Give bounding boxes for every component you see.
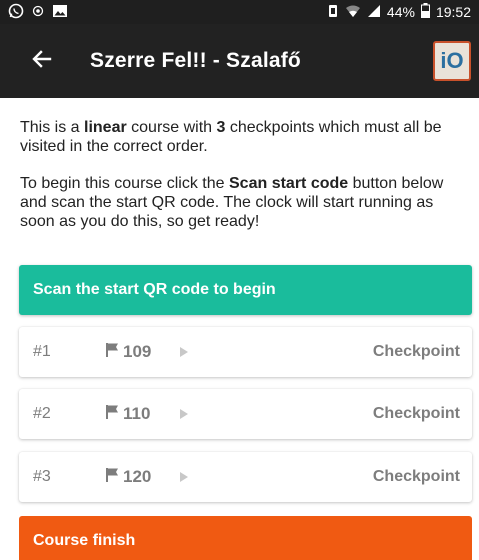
start-instructions: To begin this course click the Scan star… <box>20 175 444 230</box>
checkpoint-index: #1 <box>33 343 51 360</box>
back-button[interactable] <box>22 41 62 81</box>
checkpoint-code: 120 <box>123 467 152 486</box>
clock: 19:52 <box>435 4 471 20</box>
app-logo: iO <box>433 41 471 81</box>
scan-start-code-ref: Scan start code <box>229 175 349 192</box>
checkpoint-row-1[interactable]: #1 109 Checkpoint <box>19 327 472 377</box>
gallery-icon <box>52 4 68 21</box>
course-type: linear <box>84 119 127 136</box>
flag-icon <box>105 404 123 425</box>
course-finish-bar[interactable]: Course finish <box>19 516 472 560</box>
app-bar: Szerre Fel!! - Szalafő iO <box>0 24 479 98</box>
checkpoint-label: Checkpoint <box>372 343 460 360</box>
course-description: This is a linear course with 3 checkpoin… <box>20 118 465 249</box>
battery-icon <box>420 3 430 21</box>
checkpoint-row-3[interactable]: #3 120 Checkpoint <box>19 452 472 502</box>
checkpoint-label: Checkpoint <box>372 468 460 485</box>
arrow-back-icon <box>32 49 52 74</box>
course-type-text: This is a linear course with 3 checkpoin… <box>20 119 442 155</box>
checkpoint-index: #3 <box>33 468 51 485</box>
checkpoint-label: Checkpoint <box>372 405 460 422</box>
checkpoint-code: 109 <box>123 342 152 361</box>
signal-icon <box>367 4 381 21</box>
scan-start-button[interactable]: Scan the start QR code to begin <box>19 265 472 315</box>
play-icon <box>179 346 189 358</box>
flag-icon <box>105 342 123 363</box>
checkpoint-code: 110 <box>123 404 151 423</box>
checkpoint-row-2[interactable]: #2 110 Checkpoint <box>19 389 472 439</box>
battery-percent: 44% <box>386 4 415 20</box>
page-title: Szerre Fel!! - Szalafő <box>90 49 301 72</box>
location-icon <box>32 4 44 20</box>
play-icon <box>179 408 189 420</box>
wifi-icon <box>345 4 361 21</box>
whatsapp-icon <box>8 3 24 22</box>
vibrate-icon <box>327 4 339 21</box>
checkpoint-index: #2 <box>33 405 51 422</box>
flag-icon <box>105 467 123 488</box>
play-icon <box>179 471 189 483</box>
status-bar: 44% 19:52 <box>0 0 479 24</box>
